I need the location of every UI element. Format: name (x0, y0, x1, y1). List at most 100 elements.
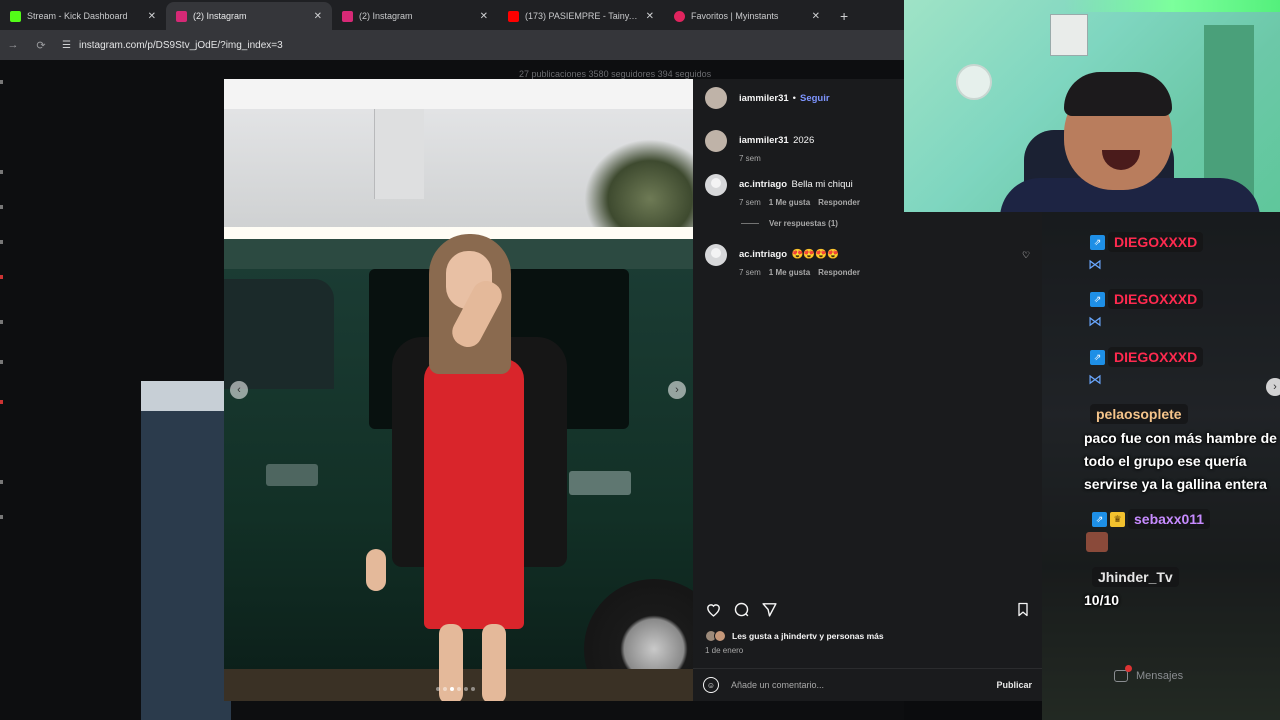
tab-myinstants[interactable]: Favoritos | Myinstants ✕ (664, 2, 830, 30)
comment-age: 7 sem (739, 198, 761, 207)
carousel-next-button[interactable]: › (668, 381, 686, 399)
tab-title: Stream - Kick Dashboard (27, 11, 128, 21)
comment-composer: ☺ Añade un comentario... Publicar (693, 668, 1042, 701)
share-send-icon[interactable] (761, 601, 778, 618)
comment-meta: 7 sem 1 Me gusta Responder (739, 268, 860, 277)
likes-summary[interactable]: Les gusta a jhindertv y personas más (705, 630, 884, 642)
comment: ac.intriago 😍😍😍😍 7 sem 1 Me gusta Respon… (705, 244, 860, 277)
post-photo[interactable] (224, 79, 693, 701)
chat-message: Jhinder_Tv (1092, 567, 1179, 587)
photo-car-window-left (224, 279, 334, 389)
separator: • (792, 92, 796, 104)
comment-text: Bella mi chiqui (791, 179, 853, 190)
chat-username[interactable]: DIEGOXXXD (1108, 289, 1204, 309)
verified-badge-icon: ⇗ (1092, 511, 1107, 527)
reply-button[interactable]: Responder (818, 268, 860, 277)
background-post-thumbnail-top (141, 381, 231, 411)
screen: Stream - Kick Dashboard ✕ (2) Instagram … (0, 0, 1280, 720)
chat-message: ⇗ ♛ sebaxx011 (1092, 509, 1211, 529)
reload-icon[interactable]: ⟳ (34, 39, 48, 52)
follow-button[interactable]: Seguir (800, 93, 830, 104)
liker-avatar (714, 630, 726, 642)
tab-kick-dashboard[interactable]: Stream - Kick Dashboard ✕ (0, 2, 166, 30)
likes-text: Les gusta a jhindertv y personas más (732, 631, 884, 641)
post-date: 1 de enero (705, 646, 744, 655)
emoji-picker-icon[interactable]: ☺ (703, 677, 719, 693)
chat-username[interactable]: DIEGOXXXD (1108, 347, 1204, 367)
crown-badge-icon: ♛ (1110, 511, 1125, 527)
address-bar: → ⟳ ☰ instagram.com/p/DS9Stv_jOdE/?img_i… (0, 30, 904, 60)
webcam-person-hair (1064, 72, 1172, 116)
replies-divider (741, 223, 759, 224)
photo-person-dress (424, 359, 524, 629)
bookmark-icon (1018, 602, 1028, 617)
close-tab-icon[interactable]: ✕ (314, 11, 322, 22)
tab-youtube[interactable]: (173) PASIEMPRE - Tainy, Arcan ✕ (498, 2, 664, 30)
avatar[interactable] (705, 174, 727, 196)
comment-bubble-icon[interactable] (733, 601, 750, 618)
save-bookmark-button[interactable] (1015, 601, 1031, 618)
chat-message: pelaosoplete (1090, 404, 1188, 424)
like-comment-heart-icon[interactable]: ♡ (1022, 250, 1030, 261)
close-tab-icon[interactable]: ✕ (480, 11, 488, 22)
messages-button[interactable]: Mensajes (1114, 665, 1183, 682)
chat-message: ⇗ DIEGOXXXD (1090, 289, 1204, 309)
tab-title: (2) Instagram (359, 11, 413, 21)
myinstants-favicon-icon (674, 10, 685, 22)
background-post-thumbnail (141, 381, 231, 720)
chat-username[interactable]: pelaosoplete (1090, 404, 1188, 424)
site-settings-icon[interactable]: ☰ (62, 40, 71, 51)
comment-meta: 7 sem 1 Me gusta Responder (739, 198, 860, 207)
like-heart-icon[interactable] (705, 601, 722, 618)
chat-username[interactable]: Jhinder_Tv (1092, 567, 1179, 587)
caption-age: 7 sem (739, 154, 761, 163)
close-tab-icon[interactable]: ✕ (812, 11, 820, 22)
comment-likes[interactable]: 1 Me gusta (769, 198, 810, 207)
carousel-dot (471, 687, 475, 691)
post-author[interactable]: iammiler31 (739, 93, 789, 104)
avatar[interactable] (705, 130, 727, 152)
comment-text: 😍😍😍😍 (791, 249, 839, 260)
butterfly-emote-icon: ⋈ (1088, 256, 1102, 272)
carousel-prev-button[interactable]: ‹ (230, 381, 248, 399)
photo-person-leg (482, 624, 506, 701)
caption-text: 2026 (793, 135, 815, 146)
carousel-dot (436, 687, 440, 691)
photo-person-hand (366, 549, 386, 591)
photo-wall-block (374, 109, 424, 199)
tab-title: (173) PASIEMPRE - Tainy, Arcan (525, 11, 640, 21)
close-tab-icon[interactable]: ✕ (148, 11, 156, 22)
reply-button[interactable]: Responder (818, 198, 860, 207)
chat-username[interactable]: sebaxx011 (1128, 509, 1211, 529)
avatar[interactable] (705, 87, 727, 109)
comment-user[interactable]: ac.intriago (739, 179, 787, 190)
forward-icon[interactable]: → (6, 39, 20, 51)
tab-instagram[interactable]: (2) Instagram ✕ (332, 2, 498, 30)
url-text: instagram.com/p/DS9Stv_jOdE/?img_index=3 (78, 39, 283, 51)
carousel-dot (464, 687, 468, 691)
streamer-webcam (904, 0, 1280, 212)
new-tab-button[interactable]: + (830, 8, 848, 30)
comment-user[interactable]: ac.intriago (739, 249, 787, 260)
caption-user[interactable]: iammiler31 (739, 135, 789, 146)
verified-badge-icon: ⇗ (1090, 234, 1105, 250)
next-post-button[interactable]: › (1266, 378, 1280, 396)
tab-instagram-active[interactable]: (2) Instagram ✕ (166, 2, 332, 30)
carousel-dot-active (450, 687, 454, 691)
photo-wall-top (224, 79, 693, 109)
close-tab-icon[interactable]: ✕ (646, 11, 654, 22)
kick-favicon-icon (10, 10, 21, 22)
comment-input[interactable]: Añade un comentario... (731, 680, 984, 690)
avatar[interactable] (705, 244, 727, 266)
youtube-favicon-icon (508, 10, 519, 22)
chat-message: ⇗ DIEGOXXXD (1090, 232, 1204, 252)
photo-car-handle (569, 471, 631, 495)
tab-title: (2) Instagram (193, 11, 247, 21)
url-field[interactable]: ☰ instagram.com/p/DS9Stv_jOdE/?img_index… (62, 40, 283, 51)
publish-button[interactable]: Publicar (996, 680, 1032, 690)
chat-username[interactable]: DIEGOXXXD (1108, 232, 1204, 252)
view-replies-button[interactable]: Ver respuestas (1) (741, 219, 838, 228)
comment-likes[interactable]: 1 Me gusta (769, 268, 810, 277)
webcam-air-conditioner (1050, 14, 1088, 56)
profile-stats: 27 publicaciones 3580 seguidores 394 seg… (519, 69, 712, 79)
